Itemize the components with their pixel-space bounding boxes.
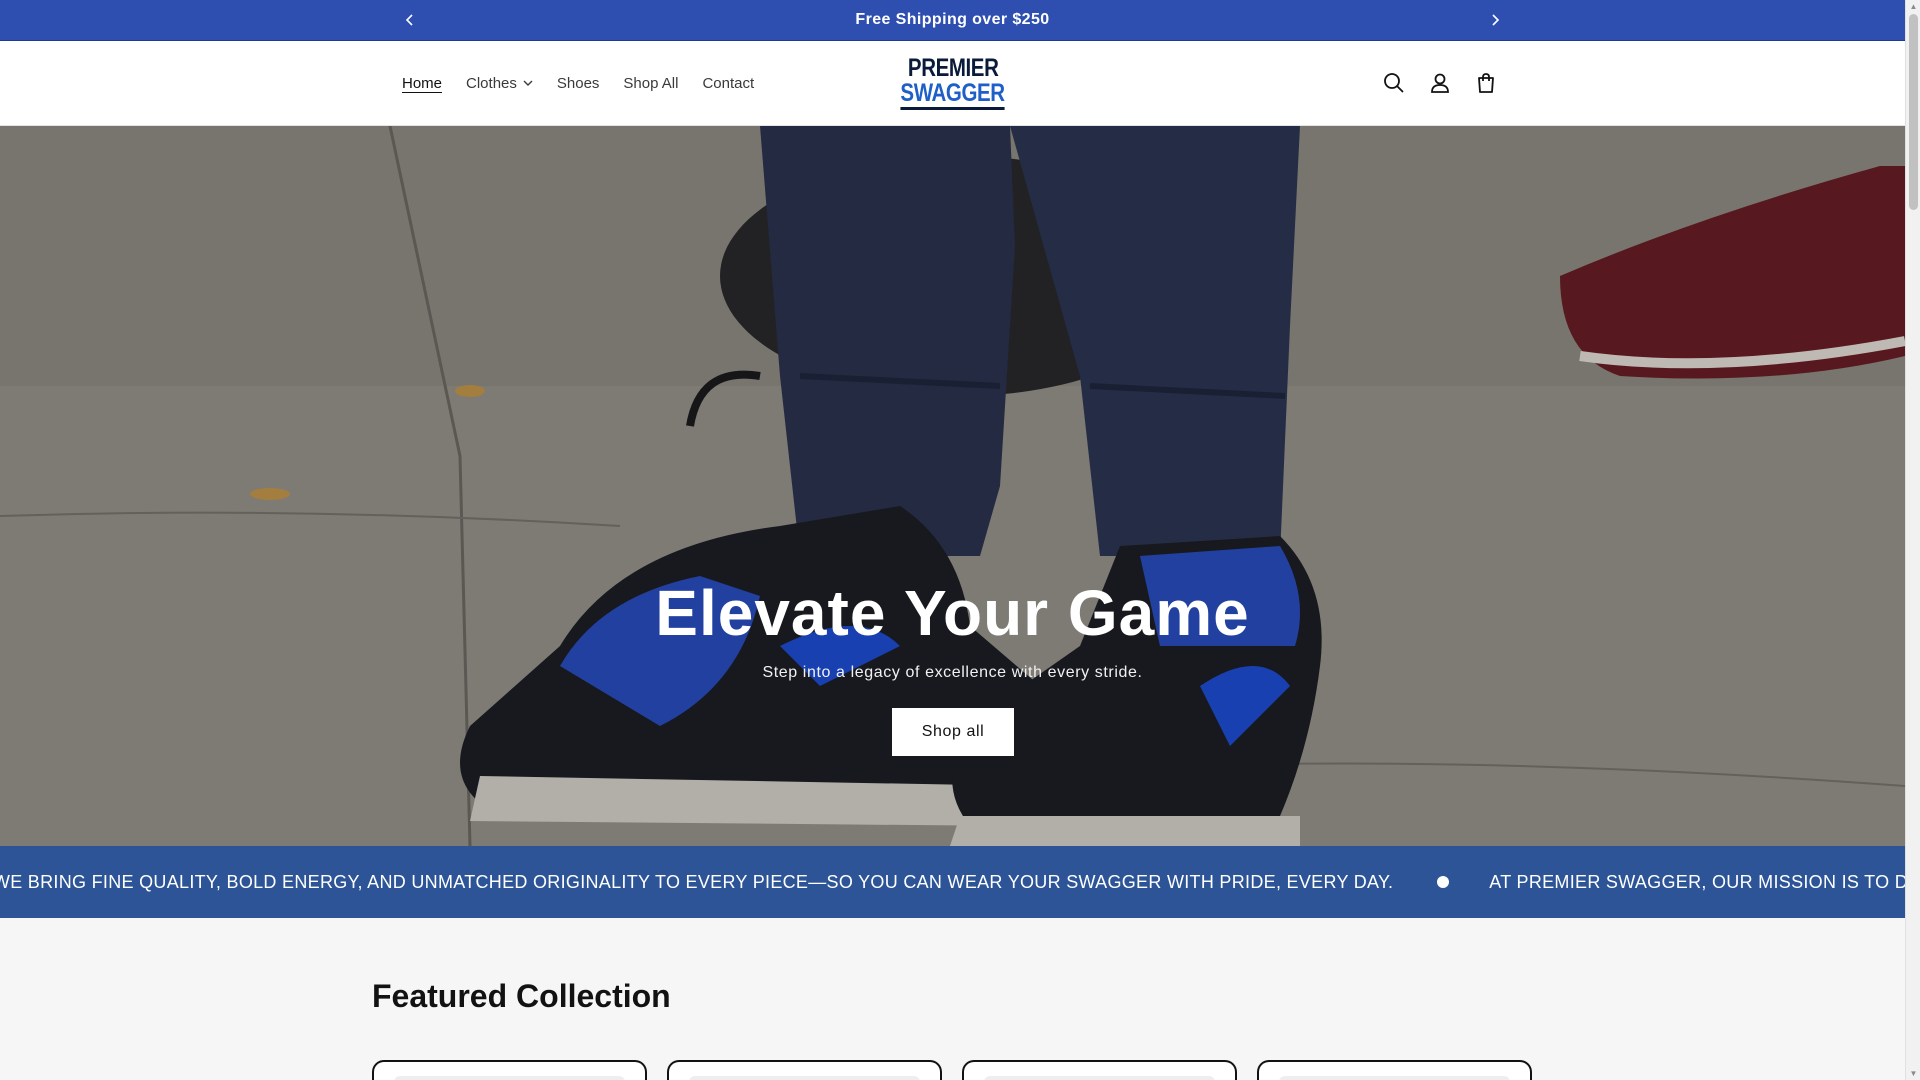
hero-subtitle: Step into a legacy of excellence with ev…: [762, 664, 1143, 681]
chevron-left-icon: [405, 14, 413, 26]
announcement-next-button[interactable]: [1484, 9, 1506, 31]
hero-banner: Elevate Your Game Step into a legacy of …: [0, 126, 1905, 846]
product-image: [689, 1076, 920, 1080]
hero-title: Elevate Your Game: [655, 577, 1250, 649]
site-logo[interactable]: PREMIER SWAGGER: [900, 54, 1006, 112]
nav-item-shop-all[interactable]: Shop All: [611, 75, 690, 92]
logo-line-2: SWAGGER: [900, 81, 1006, 110]
product-image: [394, 1076, 625, 1080]
site-header: Home Clothes Shoes Shop All Contact PREM…: [0, 41, 1905, 126]
scroll-down-arrow-icon[interactable]: ▼: [1909, 1069, 1918, 1078]
product-card[interactable]: [962, 1060, 1237, 1080]
product-image: [984, 1076, 1215, 1080]
header-icons: [1380, 69, 1500, 97]
nav-item-home[interactable]: Home: [390, 75, 454, 92]
nav-item-label: Shoes: [556, 75, 600, 92]
search-button[interactable]: [1380, 69, 1408, 97]
bullet-dot-icon: [1437, 876, 1450, 888]
scroll-up-arrow-icon[interactable]: ▲: [1909, 2, 1918, 11]
product-image: [1279, 1076, 1510, 1080]
nav-item-contact[interactable]: Contact: [690, 75, 766, 92]
account-icon: [1431, 73, 1449, 93]
nav-item-label: Home: [402, 75, 443, 92]
marquee-text: E. WE BRING FINE QUALITY, BOLD ENERGY, A…: [0, 871, 1394, 892]
marquee-track: E. WE BRING FINE QUALITY, BOLD ENERGY, A…: [0, 846, 1905, 918]
marquee-text: AT PREMIER SWAGGER, OUR MISSION IS TO DE…: [1489, 871, 1905, 892]
main-nav: Home Clothes Shoes Shop All Contact: [390, 41, 766, 126]
nav-item-label: Contact: [702, 75, 755, 92]
account-button[interactable]: [1426, 69, 1454, 97]
scrolling-text-banner: E. WE BRING FINE QUALITY, BOLD ENERGY, A…: [0, 846, 1905, 918]
page-scrollbar[interactable]: ▲ ▼: [1905, 0, 1920, 1080]
product-card[interactable]: [1257, 1060, 1532, 1080]
nav-item-shoes[interactable]: Shoes: [545, 75, 612, 92]
search-icon: [1384, 73, 1404, 93]
nav-item-clothes[interactable]: Clothes: [454, 75, 545, 92]
nav-item-label: Shop All: [623, 75, 679, 92]
cart-icon: [1478, 73, 1494, 93]
scrollbar-thumb[interactable]: [1909, 14, 1918, 210]
logo-line-1: PREMIER: [907, 54, 999, 82]
cart-button[interactable]: [1472, 69, 1500, 97]
chevron-right-icon: [1492, 14, 1500, 26]
announcement-bar: Free Shipping over $250: [0, 0, 1905, 41]
chevron-down-icon: [523, 80, 533, 86]
featured-collection-section: Featured Collection: [0, 918, 1905, 1080]
shop-all-button[interactable]: Shop all: [892, 708, 1014, 756]
product-card[interactable]: [667, 1060, 942, 1080]
announcement-prev-button[interactable]: [399, 9, 421, 31]
nav-item-label: Clothes: [466, 75, 517, 92]
product-card[interactable]: [372, 1060, 647, 1080]
announcement-text: Free Shipping over $250: [855, 11, 1050, 28]
section-title: Featured Collection: [372, 978, 671, 1014]
